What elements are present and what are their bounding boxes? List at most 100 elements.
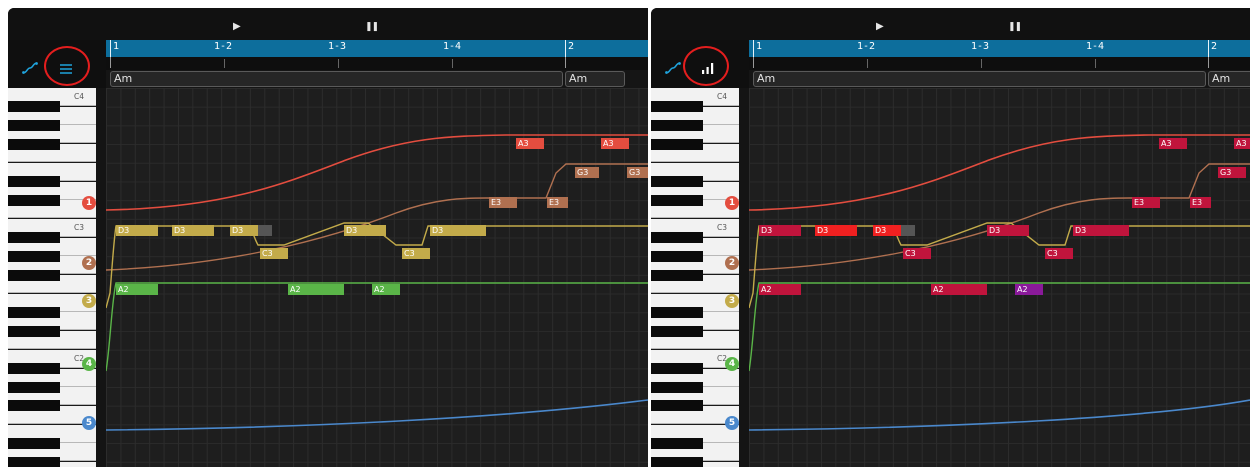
voice-2-badge[interactable]: 2 — [82, 256, 96, 270]
chord-block[interactable]: Am — [1208, 71, 1250, 87]
black-key[interactable] — [651, 138, 703, 150]
note-v3-d3[interactable]: D3 — [172, 225, 214, 236]
note-v3-d3[interactable]: D3 — [873, 225, 901, 236]
play-button[interactable]: ▶ — [233, 22, 241, 32]
black-key[interactable] — [651, 381, 703, 393]
note-v3-c3[interactable]: C3 — [1045, 248, 1073, 259]
note-v1-g3[interactable]: G3 — [627, 167, 648, 178]
note-grid[interactable]: A3 A3 E3 E3 G3 D3 D3 D3 C3 D3 C3 D3 A2 A… — [749, 88, 1250, 467]
timeline-ruler[interactable]: 1 1-2 1-3 1-4 2 — [106, 40, 648, 57]
black-key[interactable] — [8, 232, 60, 244]
note-ghost — [258, 225, 272, 236]
piano-keyboard[interactable]: C4 C3 C2 — [8, 88, 96, 467]
black-key[interactable] — [8, 194, 60, 206]
note-v4-a2[interactable]: A2 — [288, 284, 344, 295]
black-key[interactable] — [651, 456, 703, 467]
note-v4-a2[interactable]: A2 — [759, 284, 801, 295]
note-v3-c3[interactable]: C3 — [903, 248, 931, 259]
pause-button[interactable]: ❚❚ — [1008, 22, 1022, 32]
black-key[interactable] — [8, 363, 60, 374]
note-v2-e3[interactable]: E3 — [1190, 197, 1211, 208]
note-v3-d3[interactable]: D3 — [759, 225, 801, 236]
black-key[interactable] — [8, 250, 60, 262]
black-key[interactable] — [651, 101, 703, 113]
note-v1-a3[interactable]: A3 — [601, 138, 629, 149]
black-key[interactable] — [651, 232, 703, 244]
c3-label: C3 — [74, 222, 85, 232]
note-v2-e3[interactable]: E3 — [489, 197, 517, 208]
transport-bar: ▶ ❚❚ — [8, 8, 648, 40]
black-key[interactable] — [8, 306, 60, 318]
note-v3-d3[interactable]: D3 — [344, 225, 386, 236]
voice-5-badge[interactable]: 5 — [725, 416, 739, 430]
voice-1-badge[interactable]: 1 — [725, 196, 739, 210]
voice-5-badge[interactable]: 5 — [82, 416, 96, 430]
voice-2-badge[interactable]: 2 — [725, 256, 739, 270]
chord-block[interactable]: Am — [565, 71, 625, 87]
black-key[interactable] — [651, 250, 703, 262]
black-key[interactable] — [651, 119, 703, 131]
black-key[interactable] — [8, 325, 60, 337]
note-v3-d3[interactable]: D3 — [987, 225, 1029, 236]
note-v2-g3[interactable]: G3 — [1218, 167, 1246, 178]
c4-label: C4 — [717, 92, 728, 101]
black-key[interactable] — [8, 119, 60, 131]
note-v3-d3[interactable]: D3 — [1073, 225, 1129, 236]
black-key[interactable] — [8, 176, 60, 187]
voice-curves — [106, 134, 648, 431]
note-v3-c3[interactable]: C3 — [402, 248, 430, 259]
black-key[interactable] — [8, 138, 60, 150]
note-v3-d3[interactable]: D3 — [230, 225, 258, 236]
chord-block[interactable]: Am — [110, 71, 563, 87]
black-key[interactable] — [651, 176, 703, 187]
curve-icon[interactable] — [22, 62, 38, 74]
note-v1-a3[interactable]: A3 — [516, 138, 544, 149]
note-v4-a2[interactable]: A2 — [372, 284, 400, 295]
black-key[interactable] — [651, 400, 703, 412]
black-key[interactable] — [8, 269, 60, 281]
voice-3-badge[interactable]: 3 — [82, 294, 96, 308]
black-key[interactable] — [651, 363, 703, 374]
ruler-label-beat-2: 1-2 — [214, 41, 233, 52]
play-button[interactable]: ▶ — [876, 22, 884, 32]
ruler-label-bar-1: 1 — [113, 41, 120, 52]
voice-1-badge[interactable]: 1 — [82, 196, 96, 210]
note-v3-d3[interactable]: D3 — [116, 225, 158, 236]
voice-4-badge[interactable]: 4 — [725, 357, 739, 371]
note-v4-a2[interactable]: A2 — [116, 284, 158, 295]
ruler-label-beat-3: 1-3 — [328, 41, 347, 52]
voice-4-line — [106, 282, 648, 372]
voice-3-badge[interactable]: 3 — [725, 294, 739, 308]
black-key[interactable] — [651, 325, 703, 337]
highlight-circle — [44, 46, 90, 86]
c4-label: C4 — [74, 92, 85, 101]
black-key[interactable] — [8, 381, 60, 393]
piano-keyboard[interactable]: C4 C3 C2 — [651, 88, 739, 467]
black-key[interactable] — [8, 101, 60, 113]
ruler-label-beat-4: 1-4 — [1086, 41, 1105, 52]
note-grid[interactable]: A3 A3 G3 E3 E3 G3 D3 D3 D3 C3 D3 C3 D3 A… — [106, 88, 648, 467]
note-v2-g3[interactable]: G3 — [575, 167, 599, 178]
black-key[interactable] — [651, 269, 703, 281]
chord-block[interactable]: Am — [753, 71, 1206, 87]
timeline-ruler[interactable]: 1 1-2 1-3 1-4 2 — [749, 40, 1250, 57]
note-v2-e3[interactable]: E3 — [547, 197, 568, 208]
note-v4-a2[interactable]: A2 — [931, 284, 987, 295]
curve-icon[interactable] — [665, 62, 681, 74]
note-v2-e3[interactable]: E3 — [1132, 197, 1160, 208]
black-key[interactable] — [8, 437, 60, 449]
black-key[interactable] — [651, 306, 703, 318]
note-v1-a3[interactable]: A3 — [1234, 138, 1250, 149]
note-v3-c3[interactable]: C3 — [260, 248, 288, 259]
black-key[interactable] — [8, 456, 60, 467]
piano-roll-panel-velocity-colors: ▶ ❚❚ 1 1-2 1-3 1-4 2 Am Am C4 C3 C2 A3 A… — [651, 8, 1250, 467]
black-key[interactable] — [651, 437, 703, 449]
note-v3-d3[interactable]: D3 — [815, 225, 857, 236]
note-v4-a2[interactable]: A2 — [1015, 284, 1043, 295]
note-v1-a3[interactable]: A3 — [1159, 138, 1187, 149]
black-key[interactable] — [8, 400, 60, 412]
black-key[interactable] — [651, 194, 703, 206]
voice-4-badge[interactable]: 4 — [82, 357, 96, 371]
pause-button[interactable]: ❚❚ — [365, 22, 379, 32]
note-v3-d3[interactable]: D3 — [430, 225, 486, 236]
